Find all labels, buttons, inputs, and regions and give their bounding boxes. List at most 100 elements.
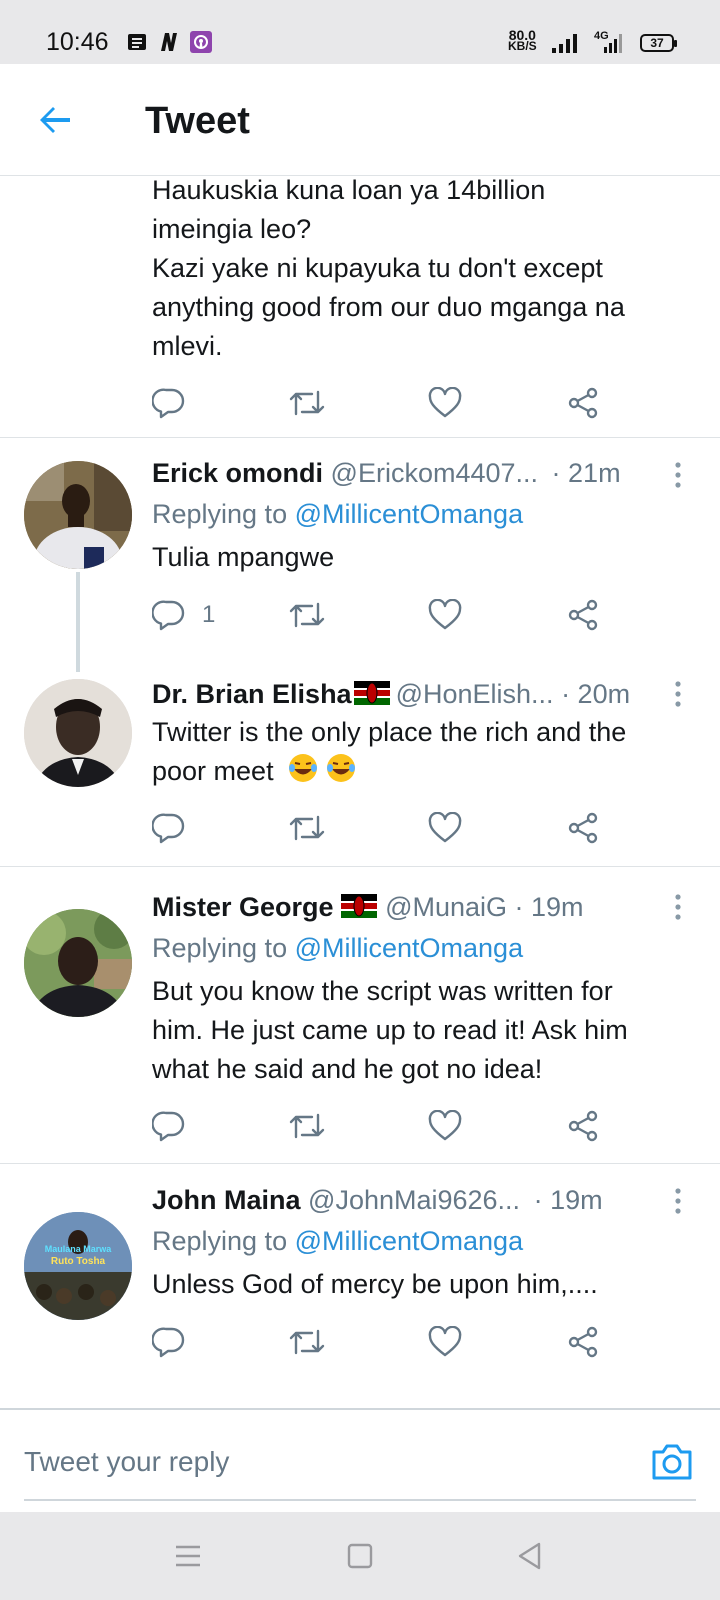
like-button[interactable]	[428, 383, 462, 423]
author-name[interactable]: Mister George	[152, 892, 341, 922]
tweet-header: Erick omondi @Erickom4407... · 21m	[152, 458, 621, 489]
reply-button[interactable]	[152, 383, 186, 423]
retweet-button[interactable]	[288, 595, 326, 635]
author-name[interactable]: Erick omondi	[152, 458, 323, 488]
mention-link[interactable]: @MillicentOmanga	[295, 499, 524, 529]
tweet-text: Twitter is the only place the rich and t…	[152, 713, 692, 795]
tweet-text-line: imeingia leo?	[152, 214, 312, 244]
author-handle[interactable]: @MunaiG	[385, 892, 507, 922]
reply-icon	[152, 1111, 185, 1142]
more-vertical-icon	[675, 462, 681, 488]
menu-nav-button[interactable]	[170, 1538, 206, 1574]
like-button[interactable]	[428, 808, 462, 848]
battery-level: 37	[650, 36, 664, 50]
thread-line	[76, 572, 80, 672]
share-button[interactable]	[566, 595, 600, 635]
heart-icon	[428, 812, 462, 843]
message-notification-icon	[126, 31, 148, 53]
avatar[interactable]	[24, 461, 132, 569]
replying-prefix: Replying to	[152, 933, 288, 963]
tweet-text: But you know the script was written for …	[152, 972, 692, 1089]
home-nav-button[interactable]	[342, 1538, 378, 1574]
author-handle[interactable]: @Erickom4407...	[331, 458, 538, 488]
tweet-actions	[152, 808, 632, 848]
author-handle[interactable]: @JohnMai9626...	[308, 1185, 520, 1215]
heart-icon	[428, 1110, 462, 1141]
retweet-button[interactable]	[288, 383, 326, 423]
replying-to: Replying to @MillicentOmanga	[152, 1226, 523, 1257]
retweet-icon	[289, 390, 325, 416]
more-options-button[interactable]	[666, 679, 690, 709]
tweet-actions	[152, 1322, 632, 1362]
share-button[interactable]	[566, 808, 600, 848]
tweet-time: · 20m	[561, 679, 631, 709]
avatar-banner-text: Maulana Marwa	[45, 1244, 113, 1254]
tweet-text-line: him. He just came up to read it! Ask him	[152, 1015, 628, 1045]
mobile-data-4g-icon: 4G	[590, 28, 630, 59]
share-button[interactable]	[566, 383, 600, 423]
camera-button[interactable]	[650, 1442, 694, 1482]
reply-count: 1	[202, 601, 216, 628]
avatar[interactable]	[24, 909, 132, 1017]
reply-icon	[152, 388, 185, 419]
tweet-time: · 19m	[533, 1185, 603, 1215]
share-icon	[568, 812, 598, 844]
tweet-text-line: poor meet	[152, 752, 692, 795]
reply-input[interactable]: Tweet your reply	[24, 1446, 229, 1478]
author-handle[interactable]: @HonElish...	[396, 679, 554, 709]
mention-link[interactable]: @MillicentOmanga	[295, 933, 524, 963]
back-nav-button[interactable]	[512, 1538, 548, 1574]
heart-icon	[428, 1326, 462, 1357]
kenya-flag-icon	[353, 681, 390, 712]
avatar[interactable]: Maulana Marwa Ruto Tosha	[24, 1212, 132, 1320]
heart-icon	[428, 387, 462, 418]
tweet-header: John Maina @JohnMai9626... · 19m	[152, 1185, 603, 1216]
mention-link[interactable]: @MillicentOmanga	[295, 1226, 524, 1256]
author-name[interactable]: John Maina	[152, 1185, 301, 1215]
user-photo	[24, 909, 132, 1017]
triangle-back-icon	[518, 1542, 541, 1570]
more-options-button[interactable]	[666, 892, 690, 922]
like-button[interactable]	[428, 1322, 462, 1362]
user-photo: Maulana Marwa Ruto Tosha	[24, 1212, 132, 1320]
reply-icon	[152, 1327, 185, 1358]
more-vertical-icon	[675, 894, 681, 920]
tweet-time: · 19m	[514, 892, 584, 922]
reply-button[interactable]: 1	[152, 595, 215, 635]
tweet-actions	[152, 1106, 632, 1146]
network-speed: 80.0 KB/S	[508, 28, 537, 52]
user-photo	[24, 679, 132, 787]
kenya-flag-icon	[341, 894, 378, 925]
reply-button[interactable]	[152, 808, 186, 848]
tweet-text-line: anything good from our duo mganga na	[152, 292, 625, 322]
more-options-button[interactable]	[666, 460, 690, 490]
more-options-button[interactable]	[666, 1186, 690, 1216]
tweet-text: Unless God of mercy be upon him,....	[152, 1269, 598, 1299]
author-name[interactable]: Dr. Brian Elisha	[152, 679, 352, 709]
retweet-button[interactable]	[288, 1322, 326, 1362]
divider	[0, 437, 720, 438]
like-button[interactable]	[428, 1106, 462, 1146]
retweet-icon	[289, 815, 325, 841]
like-button[interactable]	[428, 595, 462, 635]
retweet-button[interactable]	[288, 808, 326, 848]
tweet-text: Tulia mpangwe	[152, 542, 335, 572]
share-button[interactable]	[566, 1322, 600, 1362]
reply-input-underline	[24, 1499, 696, 1501]
heart-icon	[428, 599, 462, 630]
reply-button[interactable]	[152, 1106, 186, 1146]
more-vertical-icon	[675, 1188, 681, 1214]
tweet-text-line: Twitter is the only place the rich and t…	[152, 717, 627, 747]
share-button[interactable]	[566, 1106, 600, 1146]
avatar[interactable]	[24, 679, 132, 787]
avatar-banner-text: Ruto Tosha	[51, 1256, 106, 1267]
retweet-button[interactable]	[288, 1106, 326, 1146]
battery-indicator: 37	[640, 34, 677, 52]
netflix-notification-icon	[158, 31, 180, 53]
share-icon	[568, 599, 598, 631]
reply-icon	[152, 813, 185, 844]
back-button[interactable]	[36, 100, 76, 140]
tweet-text: Haukuskia kuna loan ya 14billion imeingi…	[152, 171, 692, 366]
tweet-text-line: what he said and he got no idea!	[152, 1054, 543, 1084]
reply-button[interactable]	[152, 1322, 186, 1362]
